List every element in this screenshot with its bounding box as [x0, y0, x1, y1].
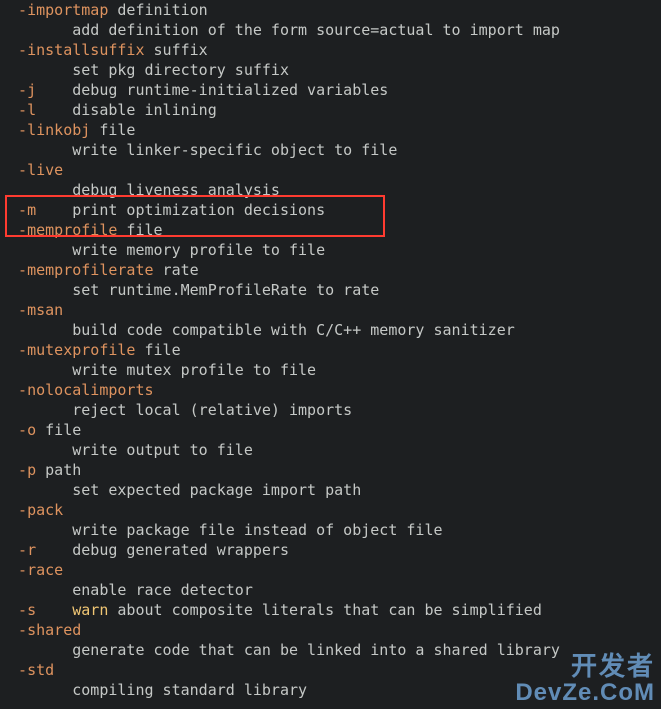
- terminal-line: add definition of the form source=actual…: [0, 20, 661, 40]
- terminal-line: -j debug runtime-initialized variables: [0, 80, 661, 100]
- cli-desc: write package file instead of object fil…: [0, 521, 443, 539]
- cli-flag: -shared: [0, 621, 81, 639]
- terminal-line: -std: [0, 660, 661, 680]
- cli-flag: -installsuffix: [0, 41, 145, 59]
- cli-arg: disable inlining: [36, 101, 217, 119]
- terminal-line: set pkg directory suffix: [0, 60, 661, 80]
- cli-arg: suffix: [145, 41, 208, 59]
- terminal-line: set runtime.MemProfileRate to rate: [0, 280, 661, 300]
- cli-desc: write memory profile to file: [0, 241, 325, 259]
- terminal-line: generate code that can be linked into a …: [0, 640, 661, 660]
- terminal-line: -memprofilerate rate: [0, 260, 661, 280]
- terminal-line: write output to file: [0, 440, 661, 460]
- terminal-line: build code compatible with C/C++ memory …: [0, 320, 661, 340]
- terminal-line: compiling standard library: [0, 680, 661, 700]
- terminal-line: -msan: [0, 300, 661, 320]
- cli-flag: -s: [0, 601, 36, 619]
- terminal-line: write linker-specific object to file: [0, 140, 661, 160]
- cli-flag: -msan: [0, 301, 63, 319]
- cli-flag: -o: [0, 421, 36, 439]
- cli-arg: rate: [154, 261, 199, 279]
- cli-flag: -j: [0, 81, 36, 99]
- cli-warn: warn: [72, 601, 108, 619]
- terminal-line: -r debug generated wrappers: [0, 540, 661, 560]
- terminal-line: -linkobj file: [0, 120, 661, 140]
- terminal-line: reject local (relative) imports: [0, 400, 661, 420]
- cli-flag: -memprofile: [0, 221, 117, 239]
- cli-desc: generate code that can be linked into a …: [0, 641, 560, 659]
- cli-flag: -std: [0, 661, 54, 679]
- cli-flag: -r: [0, 541, 36, 559]
- terminal-line: debug liveness analysis: [0, 180, 661, 200]
- cli-desc: about composite literals that can be sim…: [108, 601, 541, 619]
- terminal-line: -shared: [0, 620, 661, 640]
- cli-flag: -nolocalimports: [0, 381, 154, 399]
- terminal-line: -s warn about composite literals that ca…: [0, 600, 661, 620]
- cli-arg: debug runtime-initialized variables: [36, 81, 388, 99]
- terminal-line: -mutexprofile file: [0, 340, 661, 360]
- terminal-line: -memprofile file: [0, 220, 661, 240]
- cli-arg: debug generated wrappers: [36, 541, 289, 559]
- cli-flag: -importmap: [0, 1, 108, 19]
- cli-arg: [36, 601, 72, 619]
- cli-desc: build code compatible with C/C++ memory …: [0, 321, 515, 339]
- terminal-line: -live: [0, 160, 661, 180]
- cli-desc: reject local (relative) imports: [0, 401, 352, 419]
- cli-arg: file: [90, 121, 135, 139]
- cli-flag: -linkobj: [0, 121, 90, 139]
- terminal-line: -pack: [0, 500, 661, 520]
- cli-desc: set runtime.MemProfileRate to rate: [0, 281, 379, 299]
- cli-flag: -memprofilerate: [0, 261, 154, 279]
- cli-arg: print optimization decisions: [36, 201, 325, 219]
- cli-desc: enable race detector: [0, 581, 253, 599]
- cli-desc: compiling standard library: [0, 681, 307, 699]
- terminal-line: -l disable inlining: [0, 100, 661, 120]
- cli-desc: add definition of the form source=actual…: [0, 21, 560, 39]
- cli-flag: -m: [0, 201, 36, 219]
- cli-arg: definition: [108, 1, 207, 19]
- terminal-line: -nolocalimports: [0, 380, 661, 400]
- terminal-line: set expected package import path: [0, 480, 661, 500]
- terminal-line: write mutex profile to file: [0, 360, 661, 380]
- terminal-line: -importmap definition: [0, 0, 661, 20]
- cli-desc: write linker-specific object to file: [0, 141, 397, 159]
- terminal-line: -installsuffix suffix: [0, 40, 661, 60]
- cli-desc: debug liveness analysis: [0, 181, 280, 199]
- cli-desc: write output to file: [0, 441, 253, 459]
- terminal-line: -m print optimization decisions: [0, 200, 661, 220]
- terminal-line: -p path: [0, 460, 661, 480]
- cli-arg: file: [135, 341, 180, 359]
- cli-desc: write mutex profile to file: [0, 361, 316, 379]
- terminal-output: -importmap definition add definition of …: [0, 0, 661, 700]
- cli-flag: -mutexprofile: [0, 341, 135, 359]
- cli-flag: -l: [0, 101, 36, 119]
- terminal-line: -race: [0, 560, 661, 580]
- terminal-line: -o file: [0, 420, 661, 440]
- terminal-line: enable race detector: [0, 580, 661, 600]
- cli-flag: -p: [0, 461, 36, 479]
- cli-flag: -pack: [0, 501, 63, 519]
- cli-arg: path: [36, 461, 81, 479]
- cli-desc: set pkg directory suffix: [0, 61, 289, 79]
- cli-flag: -live: [0, 161, 63, 179]
- cli-flag: -race: [0, 561, 63, 579]
- terminal-line: write package file instead of object fil…: [0, 520, 661, 540]
- cli-desc: set expected package import path: [0, 481, 361, 499]
- cli-arg: file: [36, 421, 81, 439]
- cli-arg: file: [117, 221, 162, 239]
- terminal-line: write memory profile to file: [0, 240, 661, 260]
